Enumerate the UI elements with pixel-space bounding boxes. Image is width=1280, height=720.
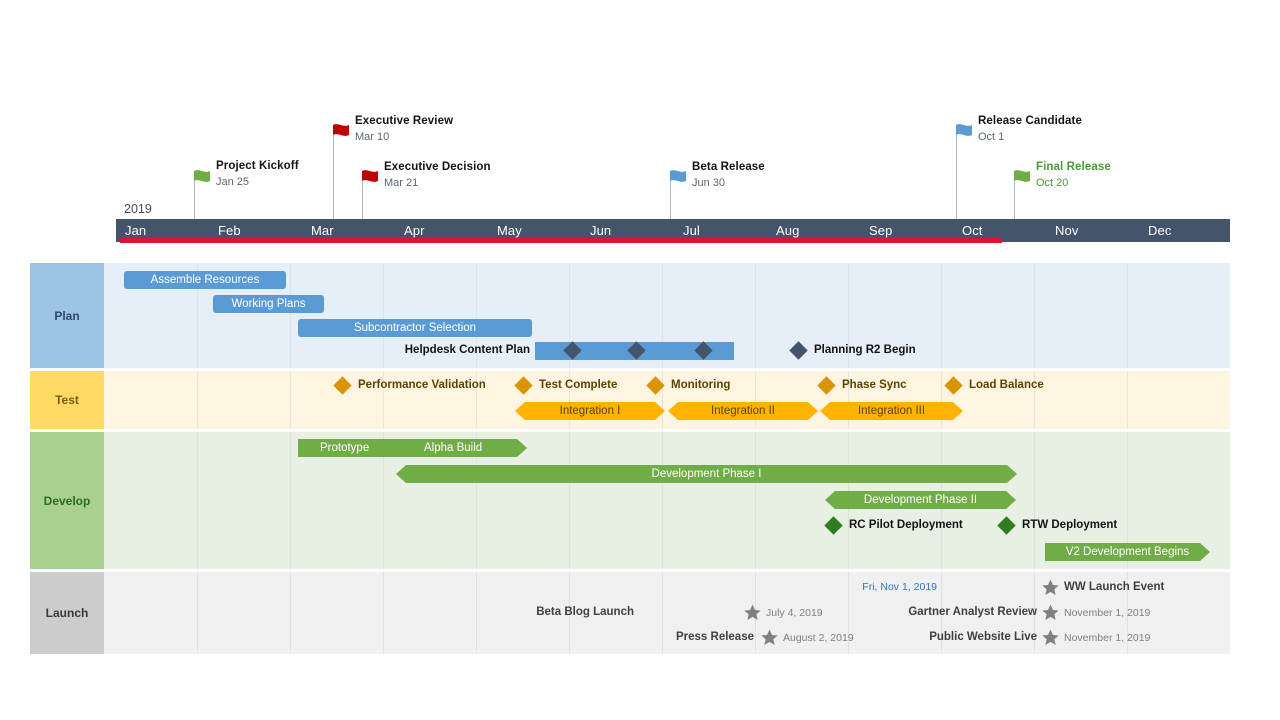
star-icon[interactable] [1042,629,1059,646]
flag-icon-blue [956,124,972,136]
flag-icon-green [1014,170,1030,182]
flag-date-project-kickoff: Jan 25 [216,176,250,188]
swimlane-label-develop: Develop [30,432,104,569]
flag-title-project-kickoff: Project Kickoff [216,160,299,172]
milestone-label-performance-validation: Performance Validation [358,379,486,391]
task-bar-v2-development-begins[interactable]: V2 Development Begins [1045,543,1210,561]
flag-title-final-release: Final Release [1036,161,1111,173]
swimlane-body-test: Performance Validation Test Complete Mon… [104,371,1230,429]
flag-icon-green [194,170,210,182]
task-bar-integration-ii[interactable]: Integration II [668,402,818,420]
launch-name-press-release: Press Release [675,631,754,643]
flag-icon-blue [670,170,686,182]
flag-title-executive-review: Executive Review [355,115,454,127]
flag-stem-executive-review [333,126,334,219]
swimlane-body-develop: Prototype Alpha Build Development Phase … [104,432,1230,569]
launch-name-gartner-analyst-review: Gartner Analyst Review [908,606,1037,618]
launch-name-public-website-live: Public Website Live [929,631,1037,643]
launch-date-ww-launch-event: Fri, Nov 1, 2019 [862,581,937,593]
diamond-icon [563,341,582,360]
diamond-icon-rtw-deployment[interactable] [997,516,1016,535]
flag-date-executive-review: Mar 10 [355,131,390,143]
diamond-icon [694,341,713,360]
diamond-icon-performance-validation[interactable] [333,376,352,395]
axis-month-nov: Nov [1055,223,1079,238]
star-icon[interactable] [761,629,778,646]
diamond-icon-planning-r2-begin[interactable] [789,341,808,360]
flag-icon-red [333,124,349,136]
diamond-icon-test-complete[interactable] [514,376,533,395]
launch-name-ww-launch-event: WW Launch Event [1064,581,1165,593]
milestone-label-test-complete: Test Complete [539,379,618,391]
swimlane-label-test: Test [30,371,104,429]
launch-date-gartner-analyst-review: November 1, 2019 [1064,607,1151,619]
swimlane-plan: Plan Assemble Resources Working Plans Su… [30,263,1230,368]
milestone-label-rtw-deployment: RTW Deployment [1022,519,1118,531]
swimlane-test: Test Performance Validation Test Complet… [30,371,1230,429]
task-bar-development-phase-ii[interactable]: Development Phase II [825,491,1016,509]
progress-bar [120,238,1002,243]
flag-date-beta-release: Jun 30 [692,177,726,189]
task-label-alpha-build: Alpha Build [424,442,483,454]
task-bar-integration-iii[interactable]: Integration III [820,402,963,420]
swimlane-body-plan: Assemble Resources Working Plans Subcont… [104,263,1230,368]
star-icon[interactable] [744,604,761,621]
diamond-icon [627,341,646,360]
task-bar-integration-i[interactable]: Integration I [515,402,665,420]
star-icon[interactable] [1042,604,1059,621]
diamond-icon-rc-pilot-deployment[interactable] [824,516,843,535]
flag-date-release-candidate: Oct 1 [978,131,1005,143]
flag-icon-red [362,170,378,182]
diamond-icon-phase-sync[interactable] [817,376,836,395]
flag-date-executive-decision: Mar 21 [384,177,419,189]
task-bar-helpdesk-content-plan[interactable] [535,341,734,360]
flag-stem-release-candidate [956,126,957,219]
axis-month-dec: Dec [1148,223,1172,238]
flag-title-executive-decision: Executive Decision [384,161,491,173]
milestone-label-rc-pilot-deployment: RC Pilot Deployment [849,519,963,531]
milestone-label-load-balance: Load Balance [969,379,1044,391]
swimlane-label-launch: Launch [30,572,104,654]
task-bar-working-plans[interactable]: Working Plans [213,295,324,313]
swimlane-launch: Launch Fri, Nov 1, 2019 WW Launch Event … [30,572,1230,654]
star-icon[interactable] [1042,579,1059,596]
milestone-label-planning-r2-begin: Planning R2 Begin [814,344,916,356]
milestone-label-phase-sync: Phase Sync [842,379,907,391]
swimlane-label-plan: Plan [30,263,104,368]
task-label-helpdesk-content-plan: Helpdesk Content Plan [404,344,530,356]
task-bar-development-phase-i[interactable]: Development Phase I [396,465,1017,483]
task-bar-assemble-resources[interactable]: Assemble Resources [124,271,286,289]
flag-date-final-release: Oct 20 [1036,177,1069,189]
timeline-axis: Jan Feb Mar Apr May Jun Jul Aug Sep Oct … [116,219,1230,243]
gantt-chart: 2019 Project Kickoff Jan 25 Executive Re… [0,0,1280,720]
flag-title-beta-release: Beta Release [692,161,765,173]
year-label: 2019 [124,202,152,216]
task-bar-prototype-alpha-build[interactable]: Prototype Alpha Build [298,439,527,457]
launch-name-beta-blog-launch: Beta Blog Launch [536,606,634,618]
milestone-label-monitoring: Monitoring [671,379,731,391]
flag-title-release-candidate: Release Candidate [978,115,1082,127]
launch-date-public-website-live: November 1, 2019 [1064,632,1151,644]
task-bar-subcontractor-selection[interactable]: Subcontractor Selection [298,319,532,337]
swimlane-body-launch: Fri, Nov 1, 2019 WW Launch Event Beta Bl… [104,572,1230,654]
task-label-prototype: Prototype [320,442,370,454]
diamond-icon-load-balance[interactable] [944,376,963,395]
swimlane-develop: Develop Prototype Alpha Build Developmen… [30,432,1230,569]
